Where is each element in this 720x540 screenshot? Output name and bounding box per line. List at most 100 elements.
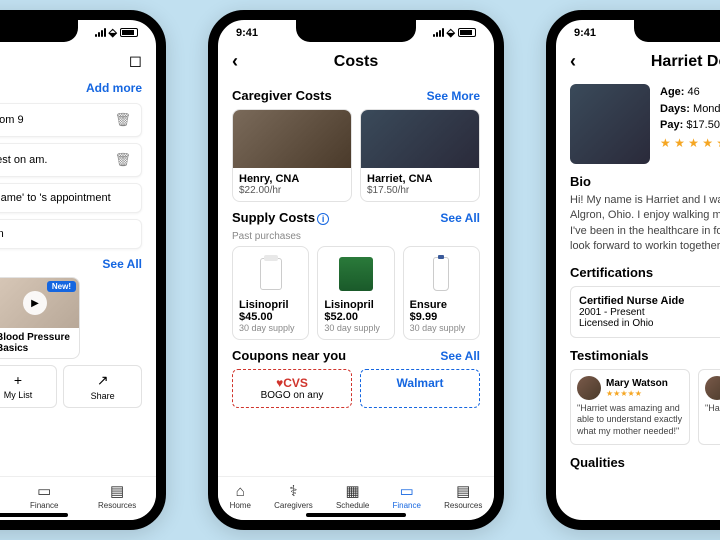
- testimonial-card[interactable]: "Harriet patient underst: [698, 369, 720, 445]
- wifi-icon: ⬙: [447, 26, 455, 39]
- cert-location: Licensed in Ohio: [579, 318, 720, 329]
- status-time: 9:41: [236, 27, 258, 39]
- back-button[interactable]: ‹: [570, 51, 590, 72]
- profile-photo: [570, 84, 650, 164]
- task-item[interactable]: g Shayla to blood test on am. 🗑: [0, 143, 142, 177]
- tab-caregivers[interactable]: ⚕Caregivers: [274, 482, 313, 510]
- new-badge: New!: [47, 281, 76, 292]
- caregiver-card[interactable]: Harriet, CNA $17.50/hr: [360, 109, 480, 202]
- supply-costs-title: Supply Costs: [232, 210, 315, 225]
- phone-right: 9:41 ⬙ ‹ Harriet Doe Age: 46 Days: Monda…: [546, 10, 720, 530]
- avatar: [577, 376, 601, 400]
- task-text: t will take 'Patient Name' to 's appoint…: [0, 192, 111, 204]
- tab-home[interactable]: ⌂Home: [230, 482, 251, 510]
- testimonial-text: "Harriet patient underst: [705, 403, 720, 415]
- bio-text: Hi! My name is Harriet and I was born an…: [570, 193, 720, 255]
- battery-icon: [120, 28, 138, 37]
- pill-bottle-icon: [260, 258, 282, 290]
- trash-icon[interactable]: 🗑: [114, 152, 131, 168]
- cert-dates: 2001 - Present: [579, 307, 720, 318]
- see-all-link[interactable]: See All: [440, 349, 480, 363]
- days-value: Monday to Frid: [693, 103, 720, 115]
- supply-card[interactable]: Lisinopril $45.00 30 day supply: [232, 246, 309, 340]
- media-card[interactable]: ▶New! Blood Pressure Basics: [0, 277, 80, 359]
- phone-center: 9:41 ⬙ ‹ Costs Caregiver Costs See More …: [208, 10, 504, 530]
- star-rating: ★★★★★: [606, 389, 668, 398]
- cert-title: Certifications: [570, 265, 720, 280]
- my-list-button[interactable]: +My List: [0, 365, 57, 408]
- resources-icon: ▤: [108, 482, 126, 500]
- tab-resources[interactable]: ▤Resources: [444, 482, 482, 510]
- share-button[interactable]: ↗Share: [63, 365, 142, 408]
- supply-card[interactable]: Ensure $9.99 30 day supply: [403, 246, 480, 340]
- pay-label: Pay:: [660, 119, 683, 131]
- signal-icon: [95, 28, 106, 37]
- caregiver-name: Henry, CNA: [239, 173, 345, 185]
- testimonial-name: Mary Watson: [606, 378, 668, 389]
- see-more-link[interactable]: See More: [427, 89, 480, 103]
- caregiver-rate: $22.00/hr: [239, 185, 345, 196]
- profile-icon[interactable]: ◻: [129, 51, 142, 71]
- status-time: 9:41: [574, 27, 596, 39]
- finance-icon: ▭: [35, 482, 53, 500]
- tab-resources[interactable]: ▤Resources: [98, 482, 136, 510]
- tab-finance[interactable]: ▭Finance: [30, 482, 58, 510]
- see-all-link[interactable]: See All: [440, 211, 480, 225]
- supply-name: Lisinopril: [239, 299, 302, 311]
- back-button[interactable]: ‹: [232, 51, 252, 72]
- past-purchases-label: Past purchases: [232, 231, 480, 242]
- age-value: 46: [688, 86, 700, 98]
- task-item[interactable]: t will take 'Patient Name' to 's appoint…: [0, 183, 142, 213]
- supply-detail: 30 day supply: [410, 323, 473, 333]
- task-item[interactable]: cheduled on 6/20 from 9🗑: [0, 103, 142, 137]
- testimonials-title: Testimonials: [570, 348, 720, 363]
- supply-detail: 30 day supply: [324, 323, 387, 333]
- wifi-icon: ⬙: [109, 26, 117, 39]
- resources-icon: ▤: [454, 482, 472, 500]
- age-label: Age:: [660, 86, 684, 98]
- bio-title: Bio: [570, 174, 720, 189]
- supply-price: $45.00: [239, 311, 302, 323]
- supply-price: $9.99: [410, 311, 473, 323]
- home-icon: ⌂: [231, 482, 249, 500]
- home-indicator[interactable]: [0, 513, 68, 517]
- walmart-logo: Walmart: [367, 376, 473, 390]
- see-all-link[interactable]: See All: [102, 257, 142, 271]
- add-more-link[interactable]: Add more: [0, 79, 156, 97]
- task-text: ay of Lisa's vacation: [0, 228, 4, 240]
- tab-finance[interactable]: ▭Finance: [392, 482, 420, 510]
- caregiver-name: Harriet, CNA: [367, 173, 473, 185]
- coupons-title: Coupons near you: [232, 348, 346, 363]
- task-text: g Shayla to blood test on am.: [0, 154, 47, 166]
- pay-value: $17.50 per hour: [686, 119, 720, 131]
- caregiver-card[interactable]: Henry, CNA $22.00/hr: [232, 109, 352, 202]
- cert-card: Certified Nurse Aide 2001 - Present Lice…: [570, 286, 720, 338]
- supply-name: Lisinopril: [324, 299, 387, 311]
- coupon-walmart[interactable]: Walmart: [360, 369, 480, 408]
- testimonial-card[interactable]: Mary Watson ★★★★★ "Harriet was amazing a…: [570, 369, 690, 445]
- task-item[interactable]: ay of Lisa's vacation: [0, 219, 142, 249]
- tab-schedule[interactable]: ▦Schedule: [336, 482, 369, 510]
- trash-icon[interactable]: 🗑: [114, 112, 131, 128]
- cvs-logo: ♥CVS: [239, 376, 345, 390]
- finance-icon: ▭: [398, 482, 416, 500]
- caregiver-photo: [233, 110, 351, 168]
- home-indicator[interactable]: [306, 513, 406, 517]
- play-icon[interactable]: ▶: [23, 291, 47, 315]
- qualities-title: Qualities: [570, 455, 720, 470]
- coupon-cvs[interactable]: ♥CVS BOGO on any: [232, 369, 352, 408]
- caregiver-costs-title: Caregiver Costs: [232, 88, 332, 103]
- info-icon[interactable]: i: [317, 213, 329, 225]
- notch: [0, 20, 78, 42]
- supply-price: $52.00: [324, 311, 387, 323]
- days-label: Days:: [660, 103, 690, 115]
- phone-left: ⬙ ashley ◻ Add more cheduled on 6/20 fro…: [0, 10, 166, 530]
- supply-card[interactable]: Lisinopril $52.00 30 day supply: [317, 246, 394, 340]
- page-title: Harriet Doe: [590, 53, 720, 71]
- star-rating: ★ ★ ★ ★ ★: [660, 136, 720, 150]
- avatar: [705, 376, 720, 400]
- caregivers-icon: ⚕: [284, 482, 302, 500]
- battery-icon: [458, 28, 476, 37]
- package-icon: [339, 257, 373, 291]
- caregiver-rate: $17.50/hr: [367, 185, 473, 196]
